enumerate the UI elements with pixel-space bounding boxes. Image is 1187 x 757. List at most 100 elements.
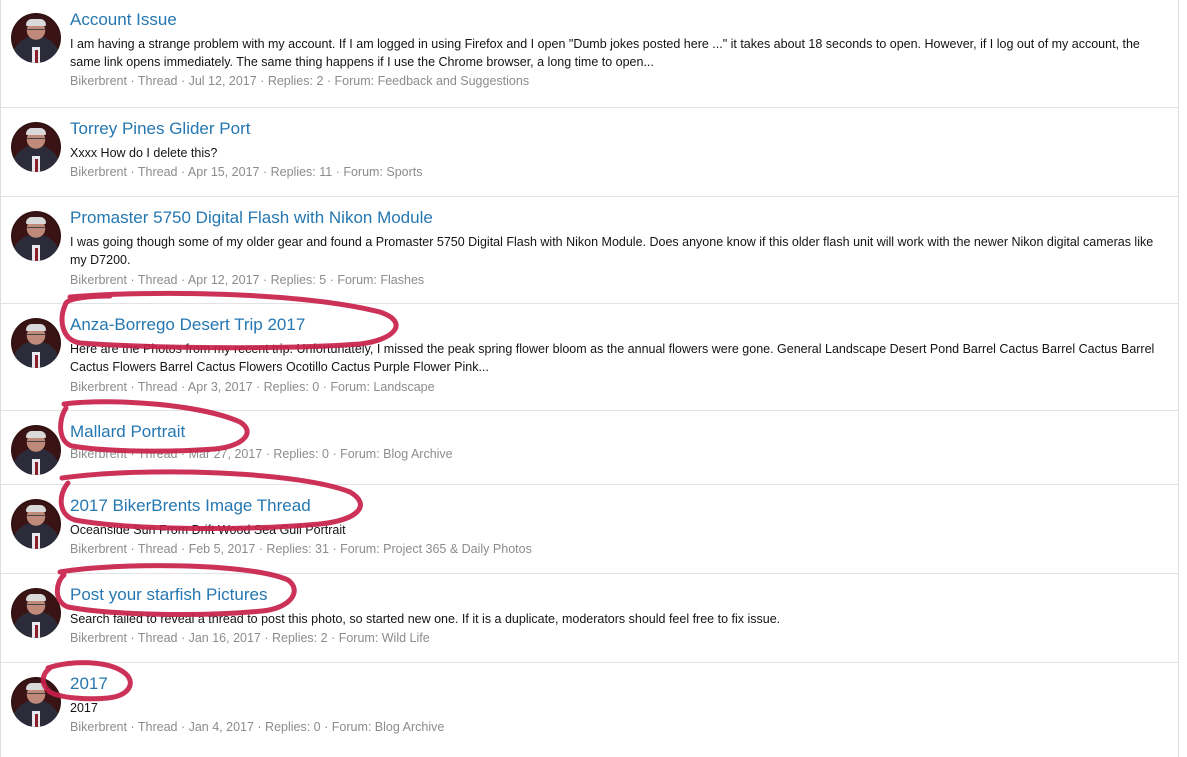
thread-meta: Bikerbrent · Thread · Jul 12, 2017 · Rep… [70, 73, 1164, 89]
thread-snippet: Oceanside Sun From Drift Wood Sea Gull P… [70, 523, 346, 537]
meta-separator: · [177, 165, 188, 179]
thread-row: 2017 BikerBrents Image Thread Oceanside … [1, 485, 1178, 574]
meta-separator: · [262, 447, 274, 461]
user-avatar-icon[interactable] [11, 318, 61, 368]
meta-separator: · [328, 542, 341, 556]
meta-author-link[interactable]: Bikerbrent [70, 447, 127, 461]
thread-row: Account Issue I am having a strange prob… [1, 0, 1178, 108]
thread-title-link[interactable]: Post your starfish Pictures [70, 585, 1164, 605]
meta-replies: Replies: 5 [270, 273, 327, 287]
meta-forum-link[interactable]: Forum: Flashes [337, 273, 424, 287]
meta-replies: Replies: 31 [266, 542, 329, 556]
thread-snippet: Search failed to reveal a thread to post… [70, 612, 781, 626]
thread-row: Anza-Borrego Desert Trip 2017 Here are t… [1, 304, 1178, 411]
thread-meta: Bikerbrent · Thread · Feb 5, 2017 · Repl… [70, 541, 1164, 557]
meta-replies: Replies: 0 [263, 380, 320, 394]
meta-replies: Replies: 2 [272, 631, 328, 645]
meta-type: Thread [137, 74, 178, 88]
thread-snippet: Xxxx How do I delete this? [70, 146, 218, 160]
meta-date: Apr 12, 2017 [187, 273, 260, 287]
meta-replies: Replies: 11 [270, 165, 333, 179]
thread-snippet: Here are the Photos from my recent trip.… [70, 342, 1155, 374]
meta-separator: · [126, 631, 138, 645]
meta-forum-link[interactable]: Forum: Blog Archive [340, 447, 453, 461]
meta-date: Apr 15, 2017 [187, 165, 260, 179]
thread-row: 2017 2017 Bikerbrent · Thread · Jan 4, 2… [1, 663, 1178, 757]
meta-author-link[interactable]: Bikerbrent [70, 380, 127, 394]
thread-snippet: 2017 [70, 701, 98, 715]
meta-separator: · [126, 74, 138, 88]
meta-separator: · [177, 74, 189, 88]
meta-separator: · [259, 273, 271, 287]
meta-forum-link[interactable]: Forum: Feedback and Suggestions [335, 74, 530, 88]
meta-separator: · [253, 720, 266, 734]
user-avatar-icon[interactable] [11, 499, 61, 549]
thread-title-link[interactable]: Promaster 5750 Digital Flash with Nikon … [70, 208, 1164, 228]
meta-separator: · [177, 720, 189, 734]
thread-title-link[interactable]: Torrey Pines Glider Port [70, 119, 1164, 139]
meta-forum-link[interactable]: Forum: Sports [343, 165, 422, 179]
meta-separator: · [319, 380, 331, 394]
meta-type: Thread [137, 165, 178, 179]
meta-date: Jul 12, 2017 [188, 74, 257, 88]
meta-separator: · [323, 74, 335, 88]
meta-date: Jan 16, 2017 [188, 631, 261, 645]
user-avatar-icon[interactable] [11, 677, 61, 727]
meta-type: Thread [137, 631, 178, 645]
meta-date: Jan 4, 2017 [188, 720, 254, 734]
meta-author-link[interactable]: Bikerbrent [70, 720, 127, 734]
thread-row: Promaster 5750 Digital Flash with Nikon … [1, 197, 1178, 304]
meta-author-link[interactable]: Bikerbrent [70, 631, 127, 645]
meta-separator: · [326, 273, 338, 287]
meta-type: Thread [137, 447, 178, 461]
thread-meta: Bikerbrent · Thread · Apr 3, 2017 · Repl… [70, 379, 1164, 395]
meta-author-link[interactable]: Bikerbrent [70, 74, 127, 88]
thread-title-link[interactable]: 2017 [70, 674, 1164, 694]
meta-forum-link[interactable]: Forum: Landscape [330, 380, 434, 394]
user-avatar-icon[interactable] [11, 211, 61, 261]
meta-type: Thread [137, 273, 178, 287]
meta-separator: · [320, 720, 332, 734]
meta-type: Thread [137, 720, 178, 734]
meta-separator: · [327, 631, 339, 645]
meta-separator: · [260, 631, 272, 645]
meta-author-link[interactable]: Bikerbrent [70, 165, 127, 179]
thread-meta: Bikerbrent · Thread · Jan 16, 2017 · Rep… [70, 630, 1164, 646]
user-avatar-icon[interactable] [11, 588, 61, 638]
meta-replies: Replies: 0 [273, 447, 329, 461]
meta-separator: · [126, 273, 138, 287]
user-avatar-icon[interactable] [11, 122, 61, 172]
thread-title-link[interactable]: Anza-Borrego Desert Trip 2017 [70, 315, 1164, 335]
user-avatar-icon[interactable] [11, 13, 61, 63]
meta-author-link[interactable]: Bikerbrent [70, 542, 127, 556]
user-avatar-icon[interactable] [11, 425, 61, 475]
meta-forum-link[interactable]: Forum: Wild Life [339, 631, 430, 645]
thread-row: Post your starfish Pictures Search faile… [1, 574, 1178, 663]
meta-separator: · [252, 380, 264, 394]
meta-type: Thread [137, 380, 178, 394]
meta-separator: · [177, 380, 188, 394]
thread-title-link[interactable]: 2017 BikerBrents Image Thread [70, 496, 1164, 516]
meta-separator: · [126, 380, 138, 394]
meta-replies: Replies: 2 [267, 74, 324, 88]
thread-row: Mallard Portrait Bikerbrent · Thread · M… [1, 411, 1178, 485]
meta-separator: · [177, 542, 189, 556]
meta-replies: Replies: 0 [265, 720, 321, 734]
meta-date: Mar 27, 2017 [188, 447, 263, 461]
meta-forum-link[interactable]: Forum: Project 365 & Daily Photos [340, 542, 532, 556]
meta-type: Thread [137, 542, 178, 556]
meta-separator: · [328, 447, 341, 461]
thread-snippet: I am having a strange problem with my ac… [70, 37, 1140, 69]
meta-author-link[interactable]: Bikerbrent [70, 273, 127, 287]
meta-date: Feb 5, 2017 [188, 542, 256, 556]
meta-separator: · [126, 165, 138, 179]
thread-snippet: I was going though some of my older gear… [70, 235, 1154, 267]
meta-forum-link[interactable]: Forum: Blog Archive [332, 720, 445, 734]
meta-separator: · [126, 720, 138, 734]
meta-separator: · [177, 447, 189, 461]
thread-title-link[interactable]: Mallard Portrait [70, 422, 1164, 442]
meta-separator: · [332, 165, 344, 179]
thread-title-link[interactable]: Account Issue [70, 10, 1164, 30]
thread-meta: Bikerbrent · Thread · Jan 4, 2017 · Repl… [70, 719, 1164, 735]
thread-meta: Bikerbrent · Thread · Apr 12, 2017 · Rep… [70, 272, 1164, 288]
